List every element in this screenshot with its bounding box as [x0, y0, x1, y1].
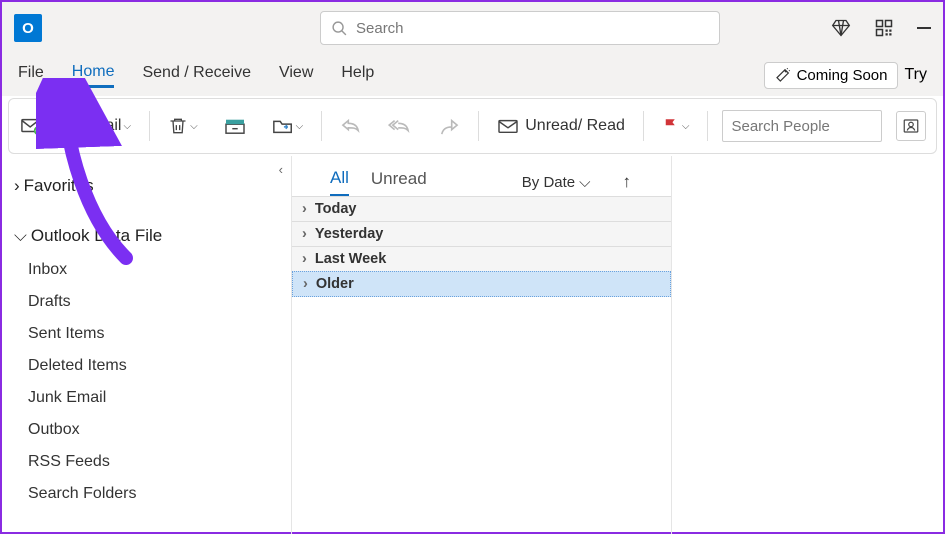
folder-inbox[interactable]: Inbox: [10, 254, 291, 286]
move-to-folder-icon: [272, 116, 294, 136]
group-label: Today: [315, 201, 357, 217]
search-people-placeholder: Search People: [731, 118, 829, 135]
minimize-button[interactable]: [917, 27, 931, 29]
group-header-yesterday[interactable]: › Yesterday: [292, 221, 671, 246]
global-search-input[interactable]: [356, 20, 709, 37]
chevron-right-icon: ›: [14, 176, 20, 196]
trash-icon: [168, 116, 188, 136]
forward-icon: [438, 117, 460, 135]
group-label: Yesterday: [315, 226, 384, 242]
chevron-down-icon[interactable]: ⌵: [190, 121, 198, 132]
search-icon: [331, 20, 348, 37]
tab-file[interactable]: File: [18, 64, 44, 86]
coming-soon-label: Coming Soon: [797, 67, 888, 84]
separator: [321, 111, 322, 141]
filter-tab-all[interactable]: All: [330, 168, 349, 196]
outlook-logo-icon: [14, 14, 42, 42]
folder-rss-feeds[interactable]: RSS Feeds: [10, 446, 291, 478]
search-people-input[interactable]: Search People: [722, 110, 882, 142]
separator: [149, 111, 150, 141]
tab-home[interactable]: Home: [72, 63, 115, 88]
group-label: Last Week: [315, 251, 386, 267]
chevron-down-icon[interactable]: ⌵: [296, 121, 304, 132]
new-email-label: New Email: [45, 117, 121, 135]
wand-icon: [775, 67, 791, 83]
collapse-folder-pane-icon[interactable]: ‹: [279, 162, 283, 177]
favorites-section[interactable]: › Favorites: [10, 168, 291, 204]
coming-soon-toggle[interactable]: Coming Soon: [764, 62, 899, 89]
new-email-icon: [21, 116, 43, 136]
delete-button[interactable]: ⌵: [160, 110, 206, 142]
chevron-down-icon: ⌵: [14, 226, 27, 246]
title-bar: [2, 2, 943, 54]
chevron-right-icon: ›: [302, 226, 307, 242]
chevron-down-icon[interactable]: ⌵: [123, 121, 131, 132]
reply-all-button[interactable]: [380, 111, 420, 141]
reading-pane: [672, 156, 943, 534]
chevron-right-icon: ›: [302, 201, 307, 217]
sort-direction-toggle[interactable]: ↑: [623, 172, 632, 192]
folder-deleted-items[interactable]: Deleted Items: [10, 350, 291, 382]
chevron-down-icon: ⌵: [579, 174, 590, 191]
folder-outbox[interactable]: Outbox: [10, 414, 291, 446]
chevron-right-icon: ›: [302, 251, 307, 267]
separator: [643, 111, 644, 141]
archive-button[interactable]: [216, 111, 254, 141]
qr-code-icon[interactable]: [875, 19, 893, 37]
message-list-filter-tabs: All Unread By Date ⌵ ↑: [292, 162, 671, 196]
outlook-data-file-label: Outlook Data File: [31, 226, 162, 246]
ribbon-tabs: File Home Send / Receive View Help Comin…: [2, 54, 943, 96]
flag-icon: [662, 117, 680, 135]
address-book-button[interactable]: [896, 111, 926, 141]
global-search[interactable]: [320, 11, 720, 45]
envelope-icon: [497, 117, 519, 135]
unread-read-button[interactable]: Unread/ Read: [489, 111, 633, 141]
move-button[interactable]: ⌵: [264, 110, 312, 142]
group-label: Older: [316, 276, 354, 292]
premium-diamond-icon[interactable]: [831, 18, 851, 38]
reply-all-icon: [388, 117, 412, 135]
archive-icon: [224, 117, 246, 135]
ribbon-toolbar: New Email ⌵ ⌵ ⌵ Unread/ Read ⌵ Search Pe…: [8, 98, 937, 154]
reply-icon: [340, 117, 362, 135]
message-list-pane: All Unread By Date ⌵ ↑ › Today › Yesterd…: [292, 156, 672, 534]
folder-sent-items[interactable]: Sent Items: [10, 318, 291, 350]
sort-by-date-dropdown[interactable]: By Date ⌵: [522, 174, 591, 191]
chevron-right-icon: ›: [303, 276, 308, 292]
separator: [478, 111, 479, 141]
group-header-last-week[interactable]: › Last Week: [292, 246, 671, 271]
chevron-down-icon[interactable]: ⌵: [682, 121, 690, 132]
content-area: ‹ › Favorites ⌵ Outlook Data File Inbox …: [2, 156, 943, 534]
flag-button[interactable]: ⌵: [654, 111, 698, 141]
new-email-button[interactable]: New Email ⌵: [13, 110, 139, 142]
tab-view[interactable]: View: [279, 64, 313, 86]
folder-drafts[interactable]: Drafts: [10, 286, 291, 318]
folder-search-folders[interactable]: Search Folders: [10, 478, 291, 510]
outlook-data-file-section[interactable]: ⌵ Outlook Data File: [10, 218, 291, 254]
group-header-today[interactable]: › Today: [292, 196, 671, 221]
favorites-label: Favorites: [24, 176, 94, 196]
contact-card-icon: [902, 117, 920, 135]
filter-tab-unread[interactable]: Unread: [371, 169, 427, 195]
separator: [707, 111, 708, 141]
group-header-older[interactable]: › Older: [292, 271, 671, 297]
try-label[interactable]: Try: [904, 66, 927, 84]
forward-button[interactable]: [430, 111, 468, 141]
folder-pane: ‹ › Favorites ⌵ Outlook Data File Inbox …: [2, 156, 292, 534]
bydate-label: By Date: [522, 174, 575, 191]
tab-send-receive[interactable]: Send / Receive: [142, 64, 251, 86]
reply-button[interactable]: [332, 111, 370, 141]
folder-junk-email[interactable]: Junk Email: [10, 382, 291, 414]
tab-help[interactable]: Help: [341, 64, 374, 86]
unread-read-label: Unread/ Read: [525, 117, 625, 135]
